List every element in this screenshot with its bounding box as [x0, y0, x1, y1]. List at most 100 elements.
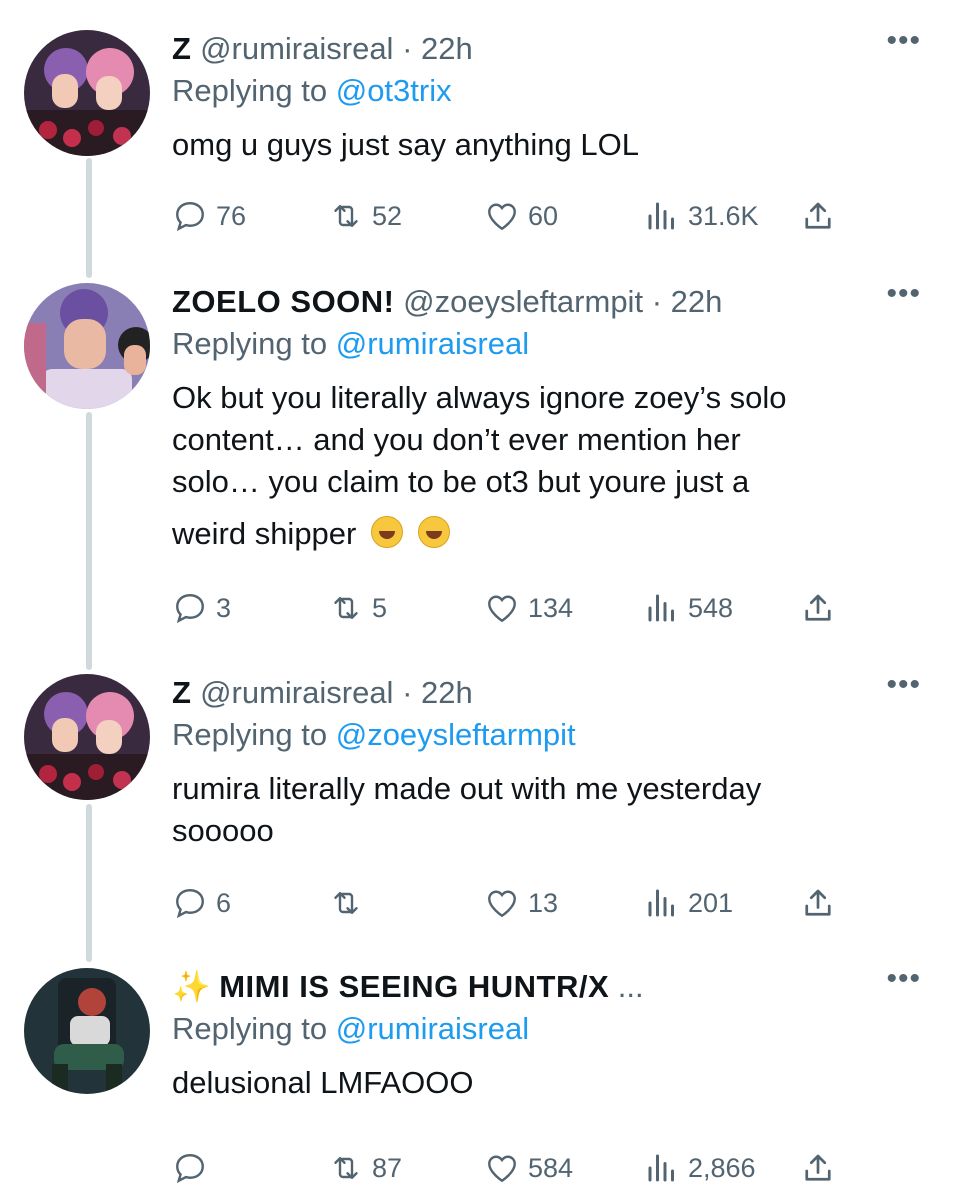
like-button[interactable]: 584 — [484, 1150, 573, 1186]
tweet-text: Ok but you literally always ignore zoey’… — [172, 377, 917, 555]
text-line: content… and you don’t ever mention her — [172, 422, 741, 457]
retweet-icon — [334, 892, 358, 914]
like-icon — [488, 595, 516, 623]
name-ellipsis: ... — [617, 969, 644, 1004]
tweet[interactable]: ZOELO SOON! @zoeysleftarmpit · 22h Reply… — [0, 277, 957, 643]
timestamp[interactable]: 22h — [671, 284, 723, 319]
reply-icon — [176, 1154, 204, 1184]
retweet-button[interactable] — [328, 885, 372, 921]
text-line: solo… you claim to be ot3 but youre just… — [172, 464, 750, 499]
more-icon[interactable]: ••• — [886, 24, 921, 58]
reply-button[interactable] — [172, 1150, 216, 1186]
retweet-icon — [334, 205, 358, 227]
separator-dot: · — [402, 31, 413, 66]
like-count: 60 — [528, 200, 559, 231]
reply-icon — [176, 889, 204, 919]
avatar[interactable] — [24, 674, 150, 800]
mention-link[interactable]: @ot3trix — [336, 73, 452, 108]
view-count: 201 — [688, 887, 734, 918]
like-icon — [488, 203, 516, 231]
reply-icon — [176, 202, 204, 232]
share-button[interactable] — [800, 885, 844, 921]
like-count: 13 — [528, 887, 559, 918]
replying-to: Replying to @ot3trix — [172, 72, 917, 110]
retweet-button[interactable]: 52 — [328, 198, 402, 234]
separator-dot: · — [651, 284, 663, 319]
avatar[interactable] — [24, 30, 150, 156]
view-count: 2,866 — [688, 1152, 756, 1183]
reply-button[interactable]: 6 — [172, 885, 231, 921]
views-button[interactable]: 31.6K — [644, 198, 759, 234]
handle[interactable]: @rumiraisreal — [200, 675, 393, 710]
view-count: 31.6K — [688, 200, 759, 231]
reply-button[interactable]: 76 — [172, 198, 246, 234]
tweet-text: delusional LMFAOOO — [172, 1065, 474, 1100]
retweet-icon — [334, 1157, 358, 1179]
tweet-header: Z @rumiraisreal · 22h — [172, 674, 917, 712]
share-button[interactable] — [800, 590, 844, 626]
replying-label: Replying to — [172, 1011, 328, 1046]
display-name[interactable]: Z — [172, 31, 191, 66]
retweet-button[interactable]: 87 — [328, 1150, 402, 1186]
action-bar: 3 5 134 548 — [172, 590, 917, 630]
sparkles-icon: ✨ — [172, 969, 211, 1004]
mention-link[interactable]: @rumiraisreal — [336, 326, 529, 361]
like-button[interactable]: 13 — [484, 885, 558, 921]
tweet-header: ✨ MIMI IS SEEING HUNTR/X ... — [172, 968, 917, 1006]
views-icon — [648, 202, 674, 230]
replying-to: Replying to @zoeysleftarmpit — [172, 716, 917, 754]
like-button[interactable]: 134 — [484, 590, 573, 626]
more-icon[interactable]: ••• — [886, 668, 921, 702]
views-button[interactable]: 548 — [644, 590, 733, 626]
tweet-text: rumira literally made out with me yester… — [172, 768, 917, 852]
mention-link[interactable]: @zoeysleftarmpit — [336, 717, 576, 752]
replying-to: Replying to @rumiraisreal — [172, 325, 917, 363]
retweet-count: 52 — [372, 200, 403, 231]
share-button[interactable] — [800, 198, 844, 234]
display-name[interactable]: Z — [172, 675, 191, 710]
replying-label: Replying to — [172, 326, 328, 361]
tweet-text: omg u guys just say anything LOL — [172, 127, 639, 162]
replying-to: Replying to @rumiraisreal — [172, 1010, 917, 1048]
reply-icon — [176, 594, 204, 624]
text-line: Ok but you literally always ignore zoey’… — [172, 380, 787, 415]
retweet-icon — [334, 597, 358, 619]
mention-link[interactable]: @rumiraisreal — [336, 1011, 529, 1046]
like-button[interactable]: 60 — [484, 198, 558, 234]
retweet-count: 5 — [372, 592, 388, 623]
retweet-button[interactable]: 5 — [328, 590, 387, 626]
text-line: weird shipper — [172, 516, 357, 551]
avatar[interactable] — [24, 968, 150, 1094]
views-icon — [648, 889, 674, 917]
text-line-last: weird shipper — [172, 513, 917, 555]
like-icon — [488, 1155, 516, 1183]
text-line: sooooo — [172, 813, 274, 848]
share-button[interactable] — [800, 1150, 844, 1186]
timestamp[interactable]: 22h — [421, 675, 473, 710]
tweet-header: Z @rumiraisreal · 22h — [172, 30, 917, 68]
more-icon[interactable]: ••• — [886, 962, 921, 996]
display-name[interactable]: ZOELO SOON! — [172, 284, 395, 319]
reply-button[interactable]: 3 — [172, 590, 231, 626]
more-icon[interactable]: ••• — [886, 277, 921, 311]
handle[interactable]: @rumiraisreal — [200, 31, 393, 66]
view-count: 548 — [688, 592, 734, 623]
avatar[interactable] — [24, 283, 150, 409]
action-bar: 76 52 60 31.6K — [172, 198, 917, 238]
display-name[interactable]: MIMI IS SEEING HUNTR/X — [219, 969, 609, 1004]
reply-count: 3 — [216, 592, 232, 623]
tweet-header: ZOELO SOON! @zoeysleftarmpit · 22h — [172, 283, 917, 321]
timestamp[interactable]: 22h — [421, 31, 473, 66]
handle[interactable]: @zoeysleftarmpit — [403, 284, 643, 319]
views-icon — [648, 1154, 674, 1182]
retweet-count: 87 — [372, 1152, 403, 1183]
like-icon — [488, 890, 516, 918]
views-button[interactable]: 201 — [644, 885, 733, 921]
views-icon — [648, 594, 674, 622]
laughing-emoji-icon — [417, 516, 450, 548]
views-button[interactable]: 2,866 — [644, 1150, 756, 1186]
reply-count: 6 — [216, 887, 232, 918]
replying-label: Replying to — [172, 717, 328, 752]
like-count: 134 — [528, 592, 574, 623]
laughing-emoji-icon — [371, 516, 403, 548]
